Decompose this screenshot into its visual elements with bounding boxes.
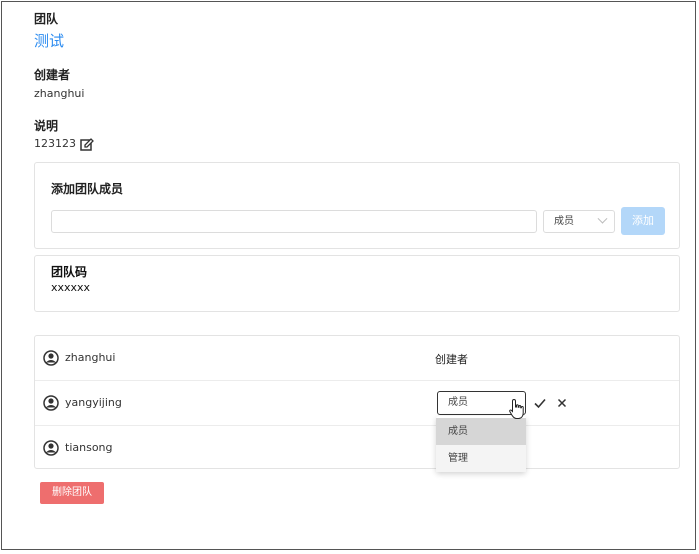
check-icon[interactable] xyxy=(533,395,547,409)
role-select-value: 成员 xyxy=(554,216,574,227)
team-code-title: 团队码 xyxy=(51,265,88,279)
member-name: tiansong xyxy=(65,441,113,454)
member-row: zhanghui 创建者 xyxy=(35,336,679,381)
hand-pointer-icon xyxy=(508,398,526,420)
member-name: zhanghui xyxy=(65,351,116,364)
delete-team-button[interactable]: 删除团队 xyxy=(40,482,104,504)
user-avatar-icon xyxy=(43,350,59,366)
team-code-card: 团队码 xxxxxx xyxy=(34,255,680,312)
close-icon[interactable] xyxy=(555,395,569,409)
member-row: yangyijing 成员 xyxy=(35,381,679,426)
role-select[interactable]: 成员 xyxy=(543,210,615,233)
member-name: yangyijing xyxy=(65,396,122,409)
description-label: 说明 xyxy=(34,119,59,133)
members-list: zhanghui 创建者 yangyijing 成员 tiansong xyxy=(34,335,680,469)
team-name: 测试 xyxy=(34,32,65,50)
user-avatar-icon xyxy=(43,395,59,411)
member-row: tiansong xyxy=(35,426,679,471)
member-role-select-value: 成员 xyxy=(448,397,468,408)
add-member-title: 添加团队成员 xyxy=(51,182,124,196)
edit-icon[interactable] xyxy=(80,137,94,151)
role-option-admin[interactable]: 管理 xyxy=(436,445,526,472)
team-code-value: xxxxxx xyxy=(51,281,91,294)
chevron-down-icon xyxy=(597,213,608,224)
creator-value: zhanghui xyxy=(34,87,85,100)
user-avatar-icon xyxy=(43,440,59,456)
team-label: 团队 xyxy=(34,12,59,26)
role-dropdown-menu: 成员 管理 xyxy=(436,416,526,472)
role-option-member[interactable]: 成员 xyxy=(436,418,526,445)
add-member-card: 添加团队成员 成员 添加 xyxy=(34,162,680,249)
creator-label: 创建者 xyxy=(34,68,71,82)
member-search-input[interactable] xyxy=(51,210,537,233)
description-value: 123123 xyxy=(34,137,76,150)
add-member-button[interactable]: 添加 xyxy=(621,207,665,235)
member-role: 创建者 xyxy=(435,353,468,366)
